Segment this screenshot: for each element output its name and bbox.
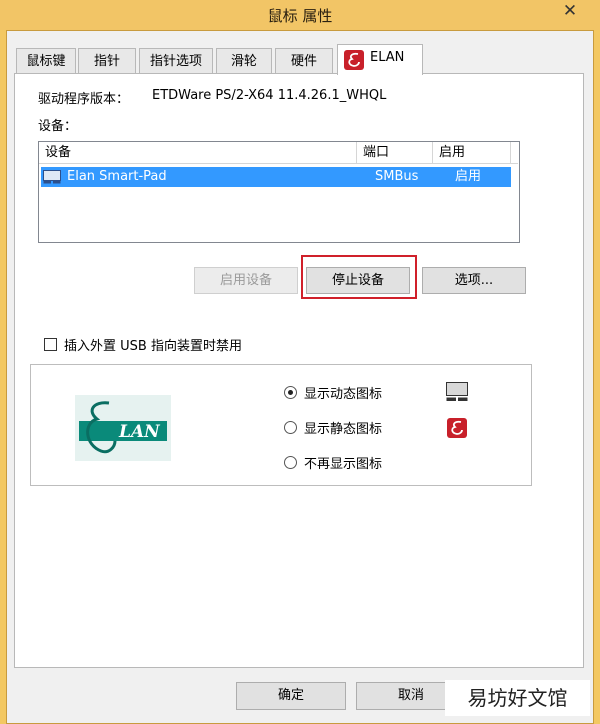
tab-label: 指针 [93,54,120,69]
usb-disable-checkbox[interactable] [44,338,57,351]
device-enabled-cell: 启用 [455,169,482,184]
column-header-device[interactable]: 设备 [39,142,357,164]
radio-dynamic-label: 显示动态图标 [304,387,383,402]
radio-static-icon[interactable] [284,421,297,434]
tab-hardware[interactable]: 硬件 [275,48,333,73]
close-button[interactable]: ✕ [548,0,592,24]
devices-label: 设备： [38,119,78,134]
touchpad-device-icon [43,170,61,184]
radio-no-icon-label: 不再显示图标 [304,457,383,472]
column-header-filler [511,142,518,164]
tab-label: 硬件 [290,54,317,69]
tab-label: ELAN [370,50,405,65]
tab-label: 滑轮 [230,54,257,69]
static-elan-icon [447,418,467,438]
device-list[interactable]: 设备 端口 启用 Elan Smart-Pad SMBus 启用 [38,141,520,243]
tab-label: 指针选项 [149,54,202,69]
table-row[interactable]: Elan Smart-Pad SMBus 启用 [41,167,511,187]
elan-logo-icon [344,50,364,70]
radio-dynamic-icon[interactable] [284,386,297,399]
column-header-port[interactable]: 端口 [357,142,433,164]
column-header-enabled[interactable]: 启用 [433,142,511,164]
highlight-box [301,255,417,299]
tab-elan[interactable]: ELAN [337,44,423,75]
enable-device-button[interactable]: 启用设备 [194,267,298,294]
device-port-cell: SMBus [375,169,419,184]
window-title: 鼠标 属性 [267,7,333,25]
tab-label: 鼠标键 [26,54,66,69]
tab-wheel[interactable]: 滑轮 [216,48,272,73]
elan-logo-text: LAN [119,422,160,442]
ok-button[interactable]: 确定 [236,682,346,710]
radio-static-label: 显示静态图标 [304,422,383,437]
tab-pointers[interactable]: 指针 [78,48,136,73]
options-button[interactable]: 选项... [422,267,526,294]
radio-no-icon[interactable] [284,456,297,469]
elan-logo: LAN [75,395,171,461]
tab-buttons[interactable]: 鼠标键 [16,48,76,73]
tab-pointer-options[interactable]: 指针选项 [139,48,213,73]
driver-version-value: ETDWare PS/2-X64 11.4.26.1_WHQL [152,88,387,103]
title-bar[interactable]: 鼠标 属性 ✕ [0,0,600,30]
device-name-cell: Elan Smart-Pad [67,169,167,184]
watermark: 易坊好文馆 [445,680,590,716]
driver-version-label: 驱动程序版本： [38,92,130,107]
dynamic-touchpad-icon [446,382,468,401]
usb-disable-label: 插入外置 USB 指向装置时禁用 [64,339,242,354]
